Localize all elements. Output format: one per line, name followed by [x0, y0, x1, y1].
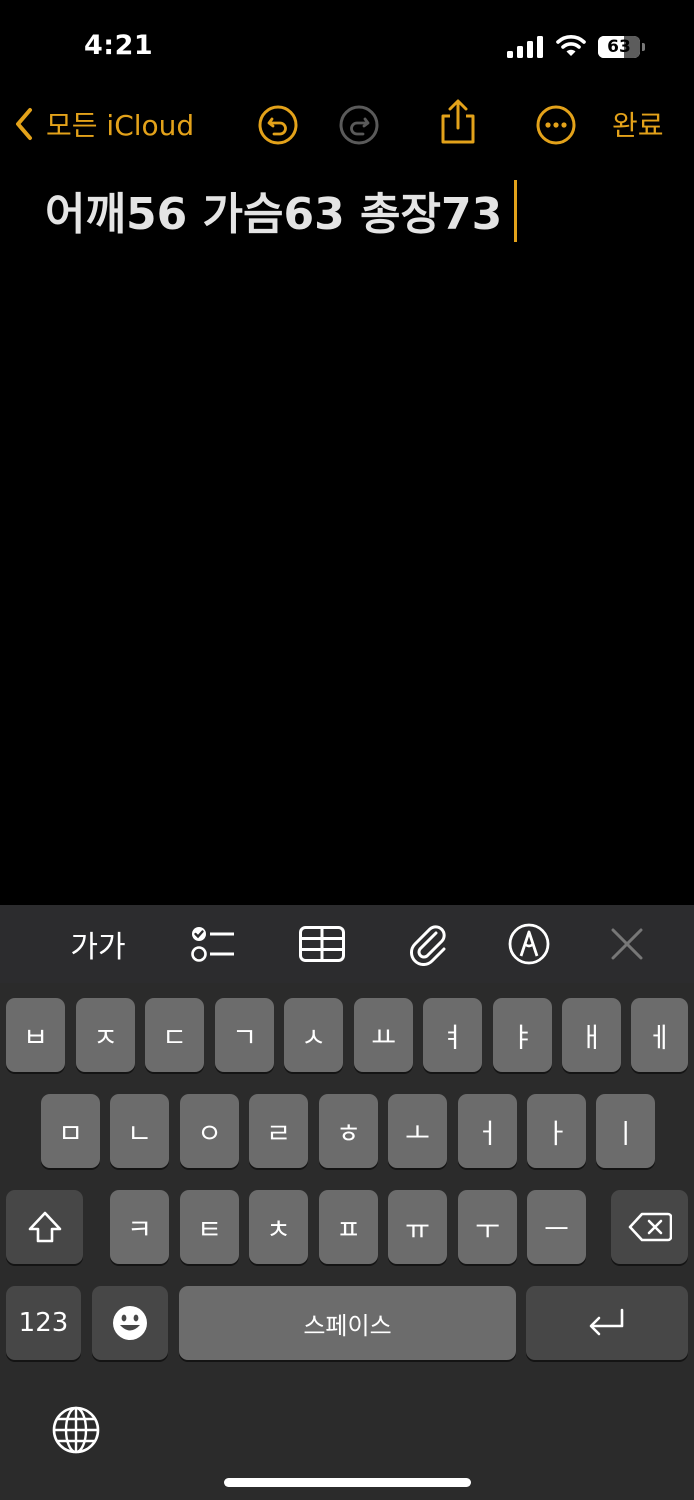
key[interactable]: ㅎ — [319, 1094, 378, 1168]
battery-icon: 63 — [598, 36, 648, 58]
key[interactable]: ㅏ — [527, 1094, 586, 1168]
key[interactable]: ㅇ — [180, 1094, 239, 1168]
markup-button[interactable] — [505, 918, 553, 970]
battery-level: 63 — [607, 37, 631, 57]
key[interactable]: ㄹ — [249, 1094, 308, 1168]
undo-icon[interactable] — [257, 104, 299, 146]
key[interactable]: ㅌ — [180, 1190, 239, 1264]
chevron-left-icon — [16, 108, 32, 140]
text-cursor — [514, 180, 517, 242]
shift-icon — [28, 1211, 61, 1243]
table-button[interactable] — [296, 918, 348, 970]
key[interactable]: ㅓ — [458, 1094, 517, 1168]
key[interactable]: ㅔ — [631, 998, 688, 1072]
note-body-text[interactable]: 어깨56 가슴63 총장73 — [45, 178, 502, 242]
cellular-signal-icon — [507, 36, 543, 58]
key[interactable]: ㅂ — [6, 998, 65, 1072]
attachment-icon — [410, 925, 446, 966]
checklist-icon — [191, 927, 234, 962]
done-button[interactable]: 완료 — [612, 104, 664, 144]
redo-icon[interactable] — [338, 104, 380, 146]
more-icon[interactable] — [535, 104, 577, 146]
key[interactable]: ㅕ — [423, 998, 482, 1072]
backspace-icon — [628, 1212, 672, 1242]
status-time: 4:21 — [84, 30, 154, 61]
key[interactable]: ㅅ — [284, 998, 343, 1072]
numbers-key[interactable]: 123 — [6, 1286, 81, 1360]
text-style-button[interactable]: 가가 — [62, 918, 134, 970]
key[interactable]: ㅍ — [319, 1190, 378, 1264]
key[interactable]: ㅁ — [41, 1094, 100, 1168]
home-indicator[interactable] — [224, 1478, 471, 1487]
wifi-icon — [556, 35, 586, 56]
table-icon — [299, 926, 345, 962]
key[interactable]: ㅑ — [493, 998, 552, 1072]
key[interactable]: ㅠ — [388, 1190, 447, 1264]
markup-icon — [508, 923, 550, 965]
checklist-button[interactable] — [186, 918, 238, 970]
attachment-button[interactable] — [403, 918, 453, 970]
shift-key[interactable] — [6, 1190, 83, 1264]
share-icon[interactable] — [437, 98, 479, 146]
close-keyboard-button[interactable] — [605, 918, 649, 970]
key[interactable]: ㅐ — [562, 998, 621, 1072]
close-icon — [611, 928, 643, 960]
back-button[interactable]: 모든 iCloud — [14, 104, 194, 144]
key[interactable]: ㅊ — [249, 1190, 308, 1264]
globe-key[interactable] — [50, 1404, 102, 1456]
emoji-key[interactable] — [92, 1286, 168, 1360]
key[interactable]: ㅡ — [527, 1190, 586, 1264]
key[interactable]: ㅛ — [354, 998, 413, 1072]
back-button-label: 모든 iCloud — [46, 109, 195, 142]
key[interactable]: ㅈ — [76, 998, 135, 1072]
emoji-icon — [113, 1306, 147, 1340]
key[interactable]: ㄴ — [110, 1094, 169, 1168]
key[interactable]: ㄷ — [145, 998, 204, 1072]
key[interactable]: ㅋ — [110, 1190, 169, 1264]
return-icon — [589, 1308, 624, 1336]
globe-icon — [52, 1406, 100, 1454]
key[interactable]: ㅗ — [388, 1094, 447, 1168]
key[interactable]: ㄱ — [215, 998, 274, 1072]
backspace-key[interactable] — [611, 1190, 688, 1264]
return-key[interactable] — [526, 1286, 688, 1360]
space-key[interactable]: 스페이스 — [179, 1286, 516, 1360]
key[interactable]: ㅜ — [458, 1190, 517, 1264]
key[interactable]: ㅣ — [596, 1094, 655, 1168]
